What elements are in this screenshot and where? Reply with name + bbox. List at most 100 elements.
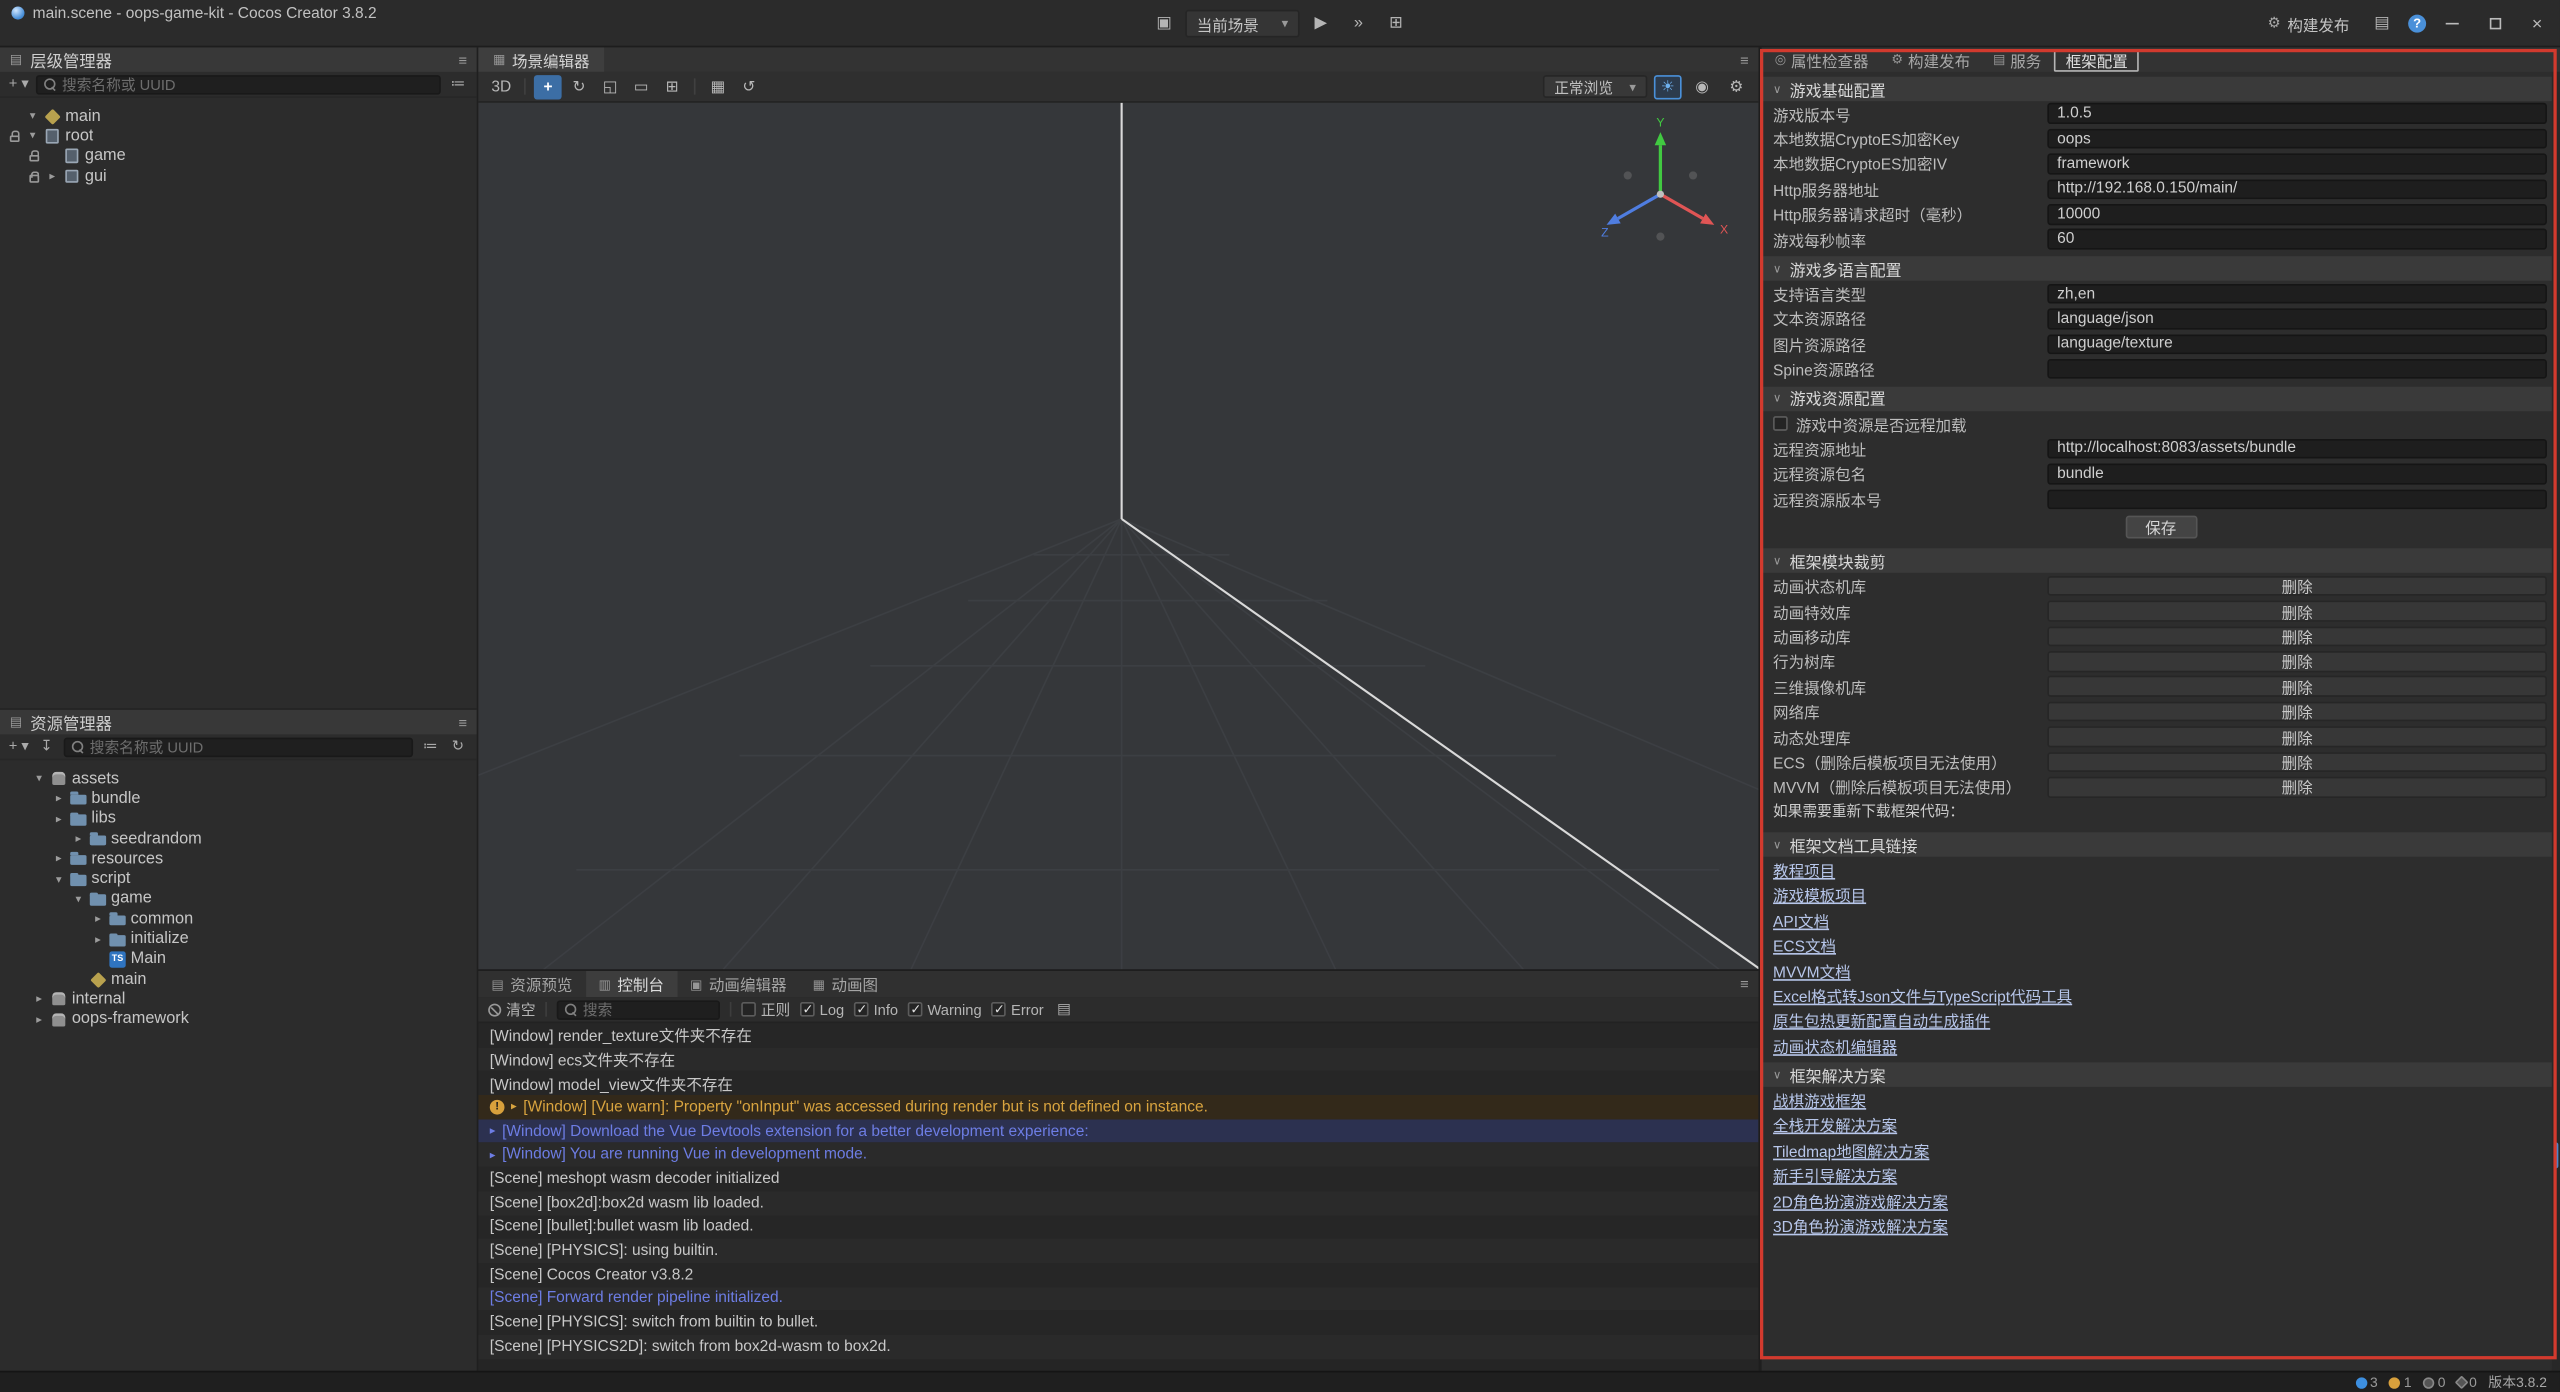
console-search-input[interactable] bbox=[583, 1001, 712, 1017]
expander-icon[interactable]: ▸ bbox=[33, 993, 46, 1006]
asset-node[interactable]: main bbox=[0, 969, 477, 989]
tab-build-publish[interactable]: ⚙构建发布 bbox=[1882, 47, 1980, 71]
delete-button[interactable]: 删除 bbox=[2047, 752, 2547, 772]
field-input[interactable]: 1.0.5 bbox=[2047, 104, 2547, 124]
expander-icon[interactable]: ▾ bbox=[33, 772, 46, 785]
assets-refresh-icon[interactable]: ↻ bbox=[447, 737, 468, 757]
play-button[interactable]: ▶ bbox=[1305, 10, 1338, 38]
field-input[interactable]: http://192.168.0.150/main/ bbox=[2047, 179, 2547, 199]
panel-menu-icon[interactable]: ≡ bbox=[458, 714, 467, 730]
log-line[interactable]: [Scene] [PHYSICS2D]: switch from box2d-w… bbox=[478, 1335, 1758, 1359]
log-line[interactable]: [Scene] meshopt wasm decoder initialized bbox=[478, 1167, 1758, 1191]
delete-button[interactable]: 删除 bbox=[2047, 701, 2547, 721]
tab-asset-preview[interactable]: ▤资源预览 bbox=[478, 971, 585, 997]
regex-checkbox[interactable] bbox=[741, 1002, 756, 1017]
field-input[interactable]: framework bbox=[2047, 154, 2547, 174]
delete-button[interactable]: 删除 bbox=[2047, 777, 2547, 797]
log-expander-icon[interactable]: ▸ bbox=[490, 1148, 496, 1161]
log-line[interactable]: ▸ [Window] You are running Vue in develo… bbox=[478, 1143, 1758, 1167]
filter-checkbox[interactable] bbox=[854, 1002, 869, 1017]
expander-icon[interactable]: ▸ bbox=[52, 812, 65, 825]
scene-camera-icon[interactable]: ◉ bbox=[1688, 74, 1716, 98]
delete-button[interactable]: 删除 bbox=[2047, 651, 2547, 671]
asset-node[interactable]: ▸ resources bbox=[0, 849, 477, 869]
scrollbar-thumb[interactable] bbox=[2553, 1142, 2558, 1168]
asset-node[interactable]: ▸ common bbox=[0, 909, 477, 929]
transform-extra-button[interactable]: ⊞ bbox=[658, 74, 686, 98]
field-input[interactable]: bundle bbox=[2047, 464, 2547, 484]
doc-link[interactable]: Excel格式转Json文件与TypeScript代码工具 bbox=[1773, 984, 2072, 1007]
field-input[interactable]: 60 bbox=[2047, 229, 2547, 249]
section-solutions[interactable]: ∨框架解决方案 bbox=[1762, 1063, 2560, 1087]
panel-menu-icon[interactable]: ≡ bbox=[1740, 51, 1758, 67]
field-input[interactable]: oops bbox=[2047, 129, 2547, 149]
scale-tool-button[interactable]: ◱ bbox=[596, 74, 624, 98]
solution-link[interactable]: Tiledmap地图解决方案 bbox=[1773, 1139, 1929, 1162]
delete-button[interactable]: 删除 bbox=[2047, 676, 2547, 696]
panel-menu-icon[interactable]: ≡ bbox=[458, 51, 467, 67]
solution-link[interactable]: 战棋游戏框架 bbox=[1773, 1089, 1866, 1112]
log-line[interactable]: [Scene] Forward render pipeline initiali… bbox=[478, 1287, 1758, 1311]
section-game-i18n[interactable]: ∨游戏多语言配置 bbox=[1762, 257, 2560, 281]
log-expander-icon[interactable]: ▸ bbox=[490, 1125, 496, 1138]
filter-checkbox[interactable] bbox=[800, 1002, 815, 1017]
tab-console[interactable]: ▥控制台 bbox=[585, 971, 677, 997]
expander-icon[interactable]: ▾ bbox=[26, 130, 39, 143]
log-line[interactable]: [Window] model_view文件夹不存在 bbox=[478, 1071, 1758, 1095]
assets-search-input[interactable] bbox=[90, 738, 405, 754]
solution-link[interactable]: 全栈开发解决方案 bbox=[1773, 1114, 1897, 1137]
doc-link[interactable]: 原生包热更新配置自动生成插件 bbox=[1773, 1009, 1990, 1032]
expander-icon[interactable]: ▸ bbox=[33, 1013, 46, 1026]
status-count[interactable]: 1 bbox=[2389, 1374, 2411, 1390]
coordinate-mode-button[interactable]: ↺ bbox=[735, 74, 763, 98]
solution-link[interactable]: 3D角色扮演游戏解决方案 bbox=[1773, 1214, 1948, 1237]
log-line[interactable]: [Scene] [PHYSICS]: switch from builtin t… bbox=[478, 1311, 1758, 1335]
log-line[interactable]: ▸ [Window] Download the Vue Devtools ext… bbox=[478, 1119, 1758, 1143]
hierarchy-node[interactable]: ▾ root bbox=[0, 126, 477, 146]
pivot-mode-button[interactable]: ▦ bbox=[704, 74, 732, 98]
save-button[interactable]: 保存 bbox=[2125, 516, 2197, 539]
filter-checkbox[interactable] bbox=[908, 1002, 923, 1017]
field-input[interactable]: language/json bbox=[2047, 309, 2547, 329]
delete-button[interactable]: 删除 bbox=[2047, 601, 2547, 621]
expander-icon[interactable]: ▾ bbox=[72, 893, 85, 906]
close-button[interactable]: × bbox=[2521, 9, 2554, 38]
view-mode-select[interactable]: 正常浏览 bbox=[1543, 75, 1648, 98]
asset-node[interactable]: ▸ oops-framework bbox=[0, 1009, 477, 1029]
clear-console-button[interactable]: 清空 bbox=[488, 999, 535, 1020]
solution-link[interactable]: 2D角色扮演游戏解决方案 bbox=[1773, 1189, 1948, 1212]
build-publish-button[interactable]: ⚙构建发布 bbox=[2261, 12, 2356, 35]
help-icon[interactable] bbox=[2408, 15, 2426, 33]
hierarchy-search-input[interactable] bbox=[62, 76, 433, 92]
expander-icon[interactable]: ▸ bbox=[91, 913, 104, 926]
asset-node[interactable]: ▸ bundle bbox=[0, 789, 477, 809]
projection-3d-button[interactable]: 3D bbox=[487, 74, 517, 98]
field-input[interactable]: zh,en bbox=[2047, 284, 2547, 304]
regex-toggle[interactable]: 正则 bbox=[741, 999, 790, 1020]
doc-link[interactable]: ECS文档 bbox=[1773, 934, 1836, 957]
rotate-tool-button[interactable]: ↻ bbox=[565, 74, 593, 98]
tab-services[interactable]: ▤服务 bbox=[1983, 47, 2051, 71]
assets-sort-icon[interactable]: ≔ bbox=[420, 737, 441, 757]
create-asset-button[interactable]: + ▾ bbox=[8, 737, 29, 757]
log-filter[interactable]: Warning bbox=[908, 1001, 982, 1017]
solution-link[interactable]: 新手引导解决方案 bbox=[1773, 1164, 1897, 1187]
log-line[interactable]: [Scene] [box2d]:box2d wasm lib loaded. bbox=[478, 1191, 1758, 1215]
hierarchy-node[interactable]: ▸ gui bbox=[0, 166, 477, 186]
asset-node[interactable]: ▸ libs bbox=[0, 809, 477, 829]
log-line[interactable]: [Scene] [bullet]:bullet wasm lib loaded. bbox=[478, 1215, 1758, 1239]
panel-menu-icon[interactable]: ≡ bbox=[1740, 976, 1758, 992]
status-count[interactable]: 3 bbox=[2355, 1374, 2377, 1390]
doc-link[interactable]: MVVM文档 bbox=[1773, 959, 1851, 982]
tab-scene-editor[interactable]: ▦场景编辑器 bbox=[478, 47, 604, 71]
scene-select[interactable]: 当前场景 bbox=[1185, 10, 1299, 38]
log-line[interactable]: ! ▸ [Window] [Vue warn]: Property "onInp… bbox=[478, 1095, 1758, 1119]
expander-icon[interactable]: ▸ bbox=[91, 933, 104, 946]
expander-icon[interactable]: ▸ bbox=[72, 832, 85, 845]
field-input[interactable] bbox=[2047, 359, 2547, 379]
status-count[interactable]: 0 bbox=[2457, 1374, 2477, 1390]
hierarchy-search[interactable] bbox=[36, 74, 441, 94]
doc-link[interactable]: 游戏模板项目 bbox=[1773, 883, 1866, 906]
status-count[interactable]: 0 bbox=[2423, 1374, 2445, 1390]
log-filter[interactable]: Info bbox=[854, 1001, 898, 1017]
